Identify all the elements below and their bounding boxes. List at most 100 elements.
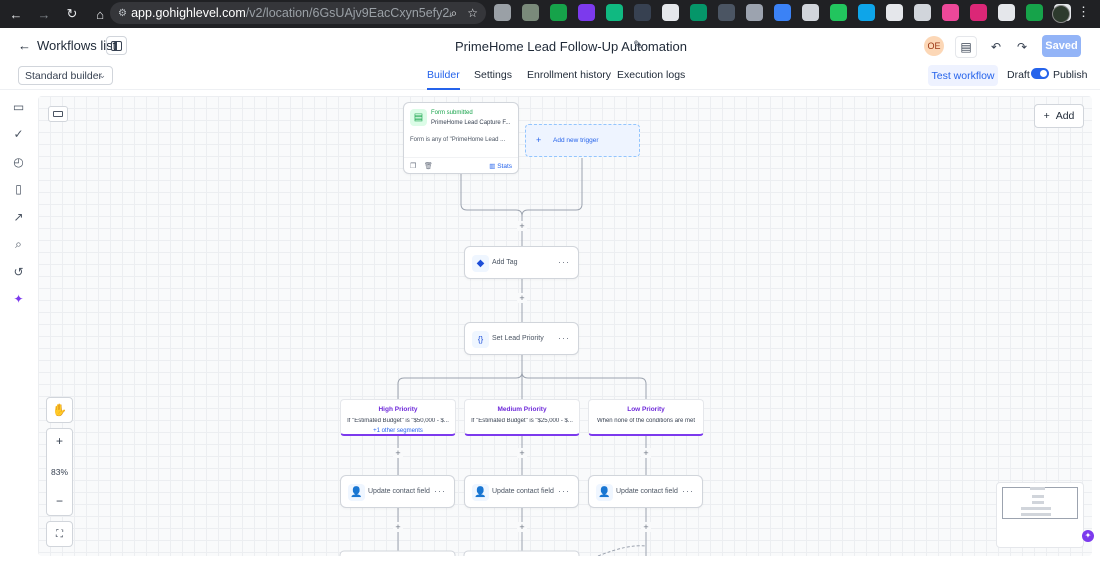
- workflow-canvas[interactable]: ▤ Form submitted PrimeHome Lead Capture …: [38, 96, 1092, 556]
- branch-title: High Priority: [378, 406, 418, 413]
- extension-icon[interactable]: [690, 4, 707, 21]
- copy-icon[interactable]: ❐: [410, 162, 416, 170]
- more-options-icon[interactable]: ···: [682, 486, 694, 496]
- extension-icon[interactable]: [550, 4, 567, 21]
- add-step-plus-icon[interactable]: +: [393, 448, 403, 458]
- address-bar[interactable]: ⚙ app.gohighlevel.com /v2/location/6GsUA…: [110, 2, 486, 24]
- publish-label: Publish: [1053, 69, 1088, 81]
- extension-icon[interactable]: [1026, 4, 1043, 21]
- builder-type-select[interactable]: Standard builder ⌄: [18, 66, 113, 85]
- extension-icon[interactable]: [830, 4, 847, 21]
- browser-menu-icon[interactable]: ⋮: [1077, 4, 1090, 20]
- test-workflow-button[interactable]: Test workflow: [928, 65, 998, 86]
- extension-icon[interactable]: [606, 4, 623, 21]
- tab-builder[interactable]: Builder: [427, 69, 460, 90]
- reload-icon[interactable]: ↻: [60, 2, 84, 26]
- external-link-icon[interactable]: ↗: [12, 211, 25, 224]
- site-info-icon[interactable]: ⚙: [118, 8, 131, 19]
- add-step-plus-icon[interactable]: +: [641, 448, 651, 458]
- keyboard-icon: [53, 111, 63, 117]
- url-path: /v2/location/6GsUAjv9EacCxyn5efy2/auto..…: [245, 6, 451, 20]
- undo-button[interactable]: ↶: [985, 36, 1007, 58]
- add-new-trigger-button[interactable]: + Add new trigger: [525, 124, 640, 157]
- add-label: Add: [1055, 110, 1075, 122]
- extension-icon[interactable]: [858, 4, 875, 21]
- chevron-down-icon: ⌄: [98, 70, 106, 80]
- home-icon[interactable]: ⌂: [88, 2, 112, 26]
- edit-pencil-icon[interactable]: ✎: [633, 38, 643, 52]
- profile-avatar[interactable]: [1052, 5, 1070, 23]
- back-icon[interactable]: ←: [4, 2, 28, 26]
- clock-icon[interactable]: ◴: [12, 156, 25, 169]
- workflow-notes-button[interactable]: ▤: [955, 36, 977, 58]
- forward-icon[interactable]: →: [32, 2, 56, 26]
- extension-icon[interactable]: [522, 4, 539, 21]
- extension-icon[interactable]: [914, 4, 931, 21]
- saved-button[interactable]: Saved: [1042, 35, 1081, 57]
- branch-low-priority[interactable]: Low Priority When none of the conditions…: [588, 399, 704, 436]
- add-step-plus-icon[interactable]: +: [517, 448, 527, 458]
- action-node-update-contact-field[interactable]: 👤 Update contact field ···: [340, 475, 455, 508]
- add-step-plus-icon[interactable]: +: [517, 221, 527, 231]
- branch-high-priority[interactable]: High Priority If "Estimated Budget" is "…: [340, 399, 456, 436]
- fit-to-screen-button[interactable]: ⛶: [46, 521, 73, 547]
- action-label: Update contact field: [492, 488, 554, 495]
- workflows-list-link[interactable]: ← Workflows list: [18, 38, 116, 53]
- more-options-icon[interactable]: ···: [558, 257, 570, 267]
- check-circle-icon[interactable]: ✓: [12, 128, 25, 141]
- bookmark-star-icon[interactable]: ☆: [467, 6, 478, 21]
- action-node-update-contact-field[interactable]: 👤 Update contact field ···: [464, 475, 579, 508]
- action-node-update-contact-field[interactable]: 👤 Update contact field ···: [588, 475, 703, 508]
- extension-icon[interactable]: [634, 4, 651, 21]
- zoom-in-button[interactable]: +: [47, 434, 72, 448]
- extension-icon[interactable]: [494, 4, 511, 21]
- add-step-plus-icon[interactable]: +: [517, 293, 527, 303]
- action-node-add-tag[interactable]: ◆ Add Tag ···: [464, 246, 579, 279]
- extension-icon[interactable]: [662, 4, 679, 21]
- stats-link[interactable]: ▥ Stats: [489, 162, 512, 170]
- extension-icon[interactable]: [718, 4, 735, 21]
- tab-execution-logs[interactable]: Execution logs: [617, 69, 685, 81]
- trash-icon[interactable]: 🗑: [424, 162, 433, 170]
- extension-icon[interactable]: [886, 4, 903, 21]
- zoom-out-button[interactable]: −: [47, 494, 72, 508]
- extension-icon[interactable]: [746, 4, 763, 21]
- add-step-plus-icon[interactable]: +: [641, 522, 651, 532]
- ai-sparkle-icon[interactable]: ✦: [12, 293, 25, 306]
- search-icon[interactable]: ⌕: [12, 238, 25, 251]
- action-node-set-lead-priority[interactable]: {} Set Lead Priority ···: [464, 322, 579, 355]
- tab-enrollment-history[interactable]: Enrollment history: [527, 69, 611, 81]
- pan-hand-button[interactable]: ✋: [46, 397, 73, 423]
- extension-icon[interactable]: [942, 4, 959, 21]
- add-new-trigger-label: Add new trigger: [553, 137, 599, 144]
- redo-button[interactable]: ↷: [1011, 36, 1033, 58]
- sidebar-toggle-button[interactable]: [106, 36, 127, 55]
- add-step-plus-icon[interactable]: +: [393, 522, 403, 532]
- extension-icon[interactable]: [578, 4, 595, 21]
- more-options-icon[interactable]: ···: [434, 486, 446, 496]
- tab-settings[interactable]: Settings: [474, 69, 512, 81]
- extension-icon[interactable]: [802, 4, 819, 21]
- add-button[interactable]: + Add: [1034, 104, 1084, 128]
- branch-condition: When none of the conditions are met: [596, 418, 696, 424]
- branch-medium-priority[interactable]: Medium Priority If "Estimated Budget" is…: [464, 399, 580, 436]
- document-icon[interactable]: ▯: [12, 183, 25, 196]
- zoom-icon[interactable]: ⌕: [451, 6, 458, 21]
- add-step-plus-icon[interactable]: +: [517, 522, 527, 532]
- more-options-icon[interactable]: ···: [558, 486, 570, 496]
- extension-icon[interactable]: [998, 4, 1015, 21]
- extension-icon[interactable]: [970, 4, 987, 21]
- history-icon[interactable]: ↺: [12, 266, 25, 279]
- user-avatar[interactable]: OE: [924, 36, 944, 56]
- publish-toggle[interactable]: [1031, 68, 1049, 79]
- branch-extra-segments[interactable]: +1 other segments: [341, 428, 455, 434]
- chat-icon[interactable]: ▭: [12, 101, 25, 114]
- workflow-title[interactable]: PrimeHome Lead Follow-Up Automation: [455, 39, 687, 54]
- more-options-icon[interactable]: ···: [558, 333, 570, 343]
- minimap[interactable]: [996, 482, 1084, 548]
- assistant-bubble-icon[interactable]: ✦: [1082, 530, 1094, 542]
- panel-icon: [111, 40, 122, 51]
- keyboard-shortcuts-button[interactable]: [48, 106, 68, 122]
- trigger-node[interactable]: ▤ Form submitted PrimeHome Lead Capture …: [403, 102, 519, 174]
- extension-icon[interactable]: [774, 4, 791, 21]
